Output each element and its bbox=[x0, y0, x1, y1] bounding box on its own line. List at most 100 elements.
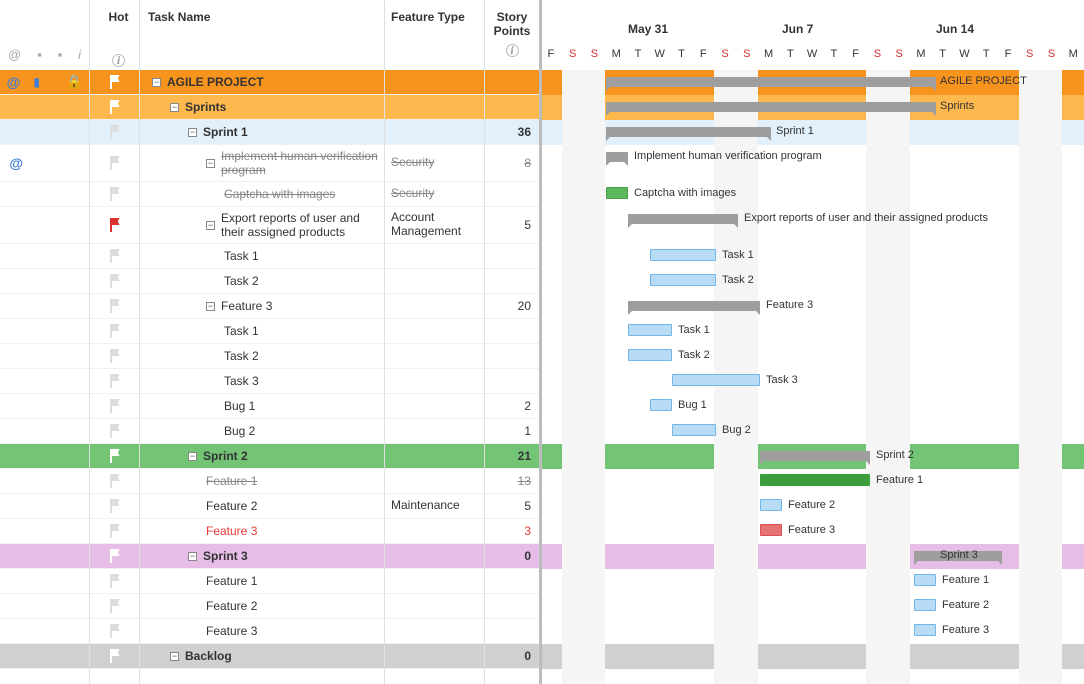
comment-icon[interactable]: ▮ bbox=[33, 75, 40, 89]
feature-type-cell[interactable] bbox=[385, 644, 484, 669]
feature-type-cell[interactable] bbox=[385, 619, 484, 644]
gantt-bar[interactable] bbox=[606, 187, 628, 199]
hot-flag-cell[interactable] bbox=[90, 544, 139, 569]
task-cell[interactable]: −Sprint 2 bbox=[140, 444, 384, 469]
feature-type-cell[interactable] bbox=[385, 244, 484, 269]
gantt-row[interactable]: Task 3 bbox=[540, 369, 1084, 394]
hot-flag-cell[interactable] bbox=[90, 369, 139, 394]
story-points-cell[interactable] bbox=[485, 95, 539, 120]
gantt-row[interactable]: Sprint 3 bbox=[540, 544, 1084, 569]
lock-icon[interactable]: 🔒 bbox=[66, 74, 82, 90]
gantt-bar[interactable] bbox=[914, 599, 936, 611]
task-cell[interactable]: Captcha with images bbox=[140, 182, 384, 207]
flag-icon[interactable] bbox=[108, 399, 122, 413]
feature-type-cell[interactable] bbox=[385, 70, 484, 95]
hot-flag-cell[interactable] bbox=[90, 344, 139, 369]
gantt-chart[interactable]: May 31Jun 7Jun 14 FSSMTWTFSSMTWTFSSMTWTF… bbox=[540, 0, 1084, 684]
hot-flag-cell[interactable] bbox=[90, 419, 139, 444]
hot-flag-cell[interactable] bbox=[90, 444, 139, 469]
feature-type-cell[interactable] bbox=[385, 394, 484, 419]
hot-flag-cell[interactable] bbox=[90, 294, 139, 319]
feature-type-cell[interactable] bbox=[385, 294, 484, 319]
gantt-row[interactable]: Feature 1 bbox=[540, 569, 1084, 594]
task-cell[interactable]: Feature 1 bbox=[140, 569, 384, 594]
collapse-toggle[interactable]: − bbox=[188, 128, 197, 137]
feature-type-cell[interactable] bbox=[385, 369, 484, 394]
gantt-bar[interactable] bbox=[672, 374, 760, 386]
story-points-cell[interactable] bbox=[485, 594, 539, 619]
gantt-bar[interactable] bbox=[606, 152, 628, 162]
flag-icon[interactable] bbox=[108, 274, 122, 288]
hot-flag-cell[interactable] bbox=[90, 244, 139, 269]
story-points-cell[interactable] bbox=[485, 319, 539, 344]
hot-flag-cell[interactable] bbox=[90, 619, 139, 644]
story-points-cell[interactable]: 13 bbox=[485, 469, 539, 494]
task-cell[interactable]: Task 1 bbox=[140, 244, 384, 269]
task-cell[interactable]: Bug 2 bbox=[140, 419, 384, 444]
task-cell[interactable]: Task 3 bbox=[140, 369, 384, 394]
feature-type-cell[interactable] bbox=[385, 319, 484, 344]
gantt-bar[interactable] bbox=[650, 399, 672, 411]
collapse-toggle[interactable]: − bbox=[170, 652, 179, 661]
task-cell[interactable]: Feature 3 bbox=[140, 619, 384, 644]
hot-flag-cell[interactable] bbox=[90, 394, 139, 419]
gantt-row[interactable]: Sprints bbox=[540, 95, 1084, 120]
hot-flag-cell[interactable] bbox=[90, 569, 139, 594]
task-cell[interactable]: −Sprint 1 bbox=[140, 120, 384, 145]
story-points-cell[interactable]: 21 bbox=[485, 444, 539, 469]
task-cell[interactable]: Task 2 bbox=[140, 269, 384, 294]
task-cell[interactable]: Bug 1 bbox=[140, 394, 384, 419]
story-points-cell[interactable]: 0 bbox=[485, 644, 539, 669]
flag-icon[interactable] bbox=[108, 100, 122, 114]
feature-type-cell[interactable] bbox=[385, 519, 484, 544]
flag-icon[interactable] bbox=[108, 624, 122, 638]
collapse-toggle[interactable]: − bbox=[206, 159, 215, 168]
hot-flag-cell[interactable] bbox=[90, 519, 139, 544]
flag-icon[interactable] bbox=[108, 524, 122, 538]
gantt-bar[interactable] bbox=[628, 349, 672, 361]
feature-type-cell[interactable] bbox=[385, 569, 484, 594]
gantt-bar[interactable] bbox=[628, 324, 672, 336]
gantt-row[interactable]: Task 2 bbox=[540, 344, 1084, 369]
attachment-icon[interactable]: @ bbox=[7, 74, 21, 90]
collapse-toggle[interactable]: − bbox=[188, 552, 197, 561]
collapse-toggle[interactable]: − bbox=[170, 103, 179, 112]
story-points-cell[interactable] bbox=[485, 244, 539, 269]
story-points-cell[interactable] bbox=[485, 369, 539, 394]
feature-type-cell[interactable] bbox=[385, 594, 484, 619]
story-points-cell[interactable] bbox=[485, 70, 539, 95]
attachment-icon[interactable]: @ bbox=[9, 155, 23, 171]
feature-type-cell[interactable]: Security bbox=[385, 182, 484, 207]
story-points-cell[interactable]: 5 bbox=[485, 494, 539, 519]
flag-icon[interactable] bbox=[108, 249, 122, 263]
gantt-row[interactable]: Bug 1 bbox=[540, 394, 1084, 419]
gantt-row[interactable]: Feature 3 bbox=[540, 619, 1084, 644]
story-points-cell[interactable]: 1 bbox=[485, 419, 539, 444]
hot-flag-cell[interactable] bbox=[90, 469, 139, 494]
flag-icon[interactable] bbox=[108, 549, 122, 563]
flag-icon[interactable] bbox=[108, 474, 122, 488]
hot-flag-cell[interactable] bbox=[90, 207, 139, 244]
gantt-row[interactable] bbox=[540, 644, 1084, 669]
task-cell[interactable]: −Backlog bbox=[140, 644, 384, 669]
hot-flag-cell[interactable] bbox=[90, 70, 139, 95]
gantt-bar[interactable] bbox=[760, 474, 870, 486]
gantt-bar[interactable] bbox=[650, 274, 716, 286]
story-points-cell[interactable] bbox=[485, 619, 539, 644]
story-points-cell[interactable] bbox=[485, 269, 539, 294]
collapse-toggle[interactable]: − bbox=[152, 78, 161, 87]
hot-flag-cell[interactable] bbox=[90, 644, 139, 669]
flag-icon[interactable] bbox=[108, 649, 122, 663]
story-points-cell[interactable] bbox=[485, 344, 539, 369]
gantt-row[interactable]: Task 1 bbox=[540, 244, 1084, 269]
story-points-cell[interactable]: 0 bbox=[485, 544, 539, 569]
task-cell[interactable]: Feature 1 bbox=[140, 469, 384, 494]
gantt-row[interactable]: Implement human verification program bbox=[540, 145, 1084, 182]
feature-type-cell[interactable]: Account Management bbox=[385, 207, 484, 244]
gantt-row[interactable]: AGILE PROJECT bbox=[540, 70, 1084, 95]
gantt-row[interactable]: Feature 2 bbox=[540, 494, 1084, 519]
gantt-bar[interactable] bbox=[914, 574, 936, 586]
gantt-bar[interactable] bbox=[606, 77, 936, 87]
gantt-row[interactable]: Export reports of user and their assigne… bbox=[540, 207, 1084, 244]
info-icon[interactable]: i bbox=[506, 44, 519, 57]
